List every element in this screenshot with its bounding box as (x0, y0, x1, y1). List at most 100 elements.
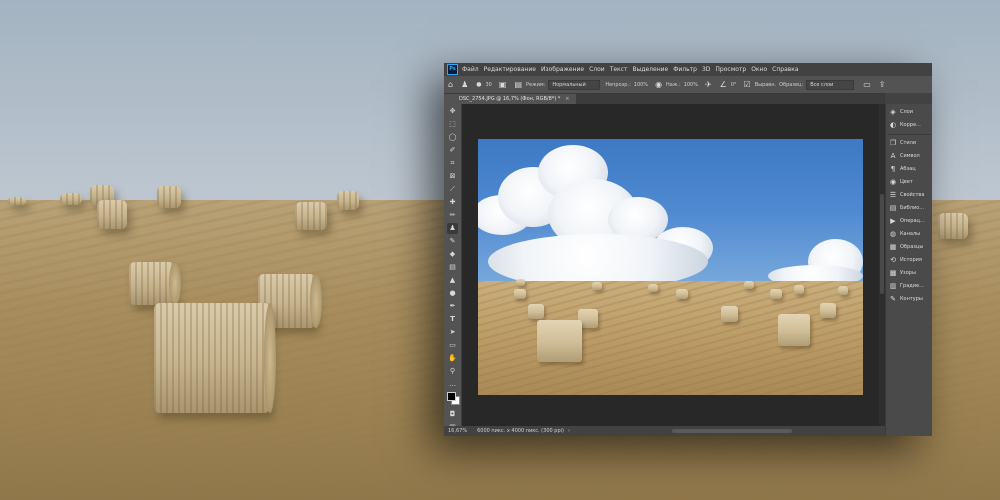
panel-character[interactable]: A Символ (888, 150, 932, 162)
opacity-value[interactable]: 100% (634, 82, 648, 88)
checkbox-icon[interactable]: ☑ (744, 80, 751, 89)
panel-swatches[interactable]: ▦ Образцы (888, 241, 932, 253)
pressure-opacity-icon[interactable]: ◉ (655, 80, 662, 89)
horizontal-scroll-thumb[interactable] (672, 429, 792, 433)
eyedropper-tool-icon[interactable]: ⟋ (447, 184, 458, 195)
panel-styles[interactable]: ❐ Стили (888, 137, 932, 149)
share-icon[interactable]: ⇪ (879, 80, 886, 89)
quick-mask-icon[interactable]: ◘ (447, 409, 458, 420)
hand-tool-icon[interactable]: ✋ (447, 353, 458, 364)
tools-panel: ✥ ⬚ ◯ ✐ ⌗ ⊠ ⟋ ✚ ✏ ♟ ✎ ◆ ▤ ▲ ● ✒ T ➤ ▭ ✋ … (444, 104, 462, 436)
status-menu-chevron-icon[interactable]: › (568, 428, 570, 434)
document-image[interactable] (478, 139, 863, 395)
image-hay-bale (778, 314, 810, 346)
panel-adjustments[interactable]: ◐ Корре... (888, 119, 932, 131)
menu-3d[interactable]: 3D (702, 66, 710, 73)
hay-bale (295, 202, 327, 230)
panel-paths[interactable]: ✎ Контуры (888, 293, 932, 305)
mode-select[interactable]: Нормальный (548, 79, 601, 90)
zoom-level[interactable]: 16,67% (448, 428, 467, 434)
airbrush-icon[interactable]: ✈ (705, 80, 712, 89)
workspace-icon[interactable]: ▭ (863, 80, 871, 89)
marquee-tool-icon[interactable]: ⬚ (447, 119, 458, 130)
panel-color[interactable]: ◉ Цвет (888, 176, 932, 188)
panel-properties[interactable]: ☰ Свойства (888, 189, 932, 201)
options-bar: ⌂ ♟ ● 30 ▣ ▤ Режим: Нормальный Непрозр.:… (444, 76, 932, 94)
lasso-tool-icon[interactable]: ◯ (447, 132, 458, 143)
clone-stamp-tool-icon[interactable]: ♟ (447, 223, 458, 234)
aligned-label: Выравн. (754, 81, 777, 88)
menu-select[interactable]: Выделение (632, 66, 668, 73)
vertical-scroll-thumb[interactable] (880, 194, 884, 294)
foreground-color-swatch[interactable] (447, 392, 456, 401)
actions-icon: ▶ (890, 217, 896, 225)
menu-type[interactable]: Текст (610, 66, 628, 73)
blur-tool-icon[interactable]: ▲ (447, 275, 458, 286)
angle-icon: ∠ (719, 80, 727, 89)
hay-bale (97, 200, 127, 229)
toggle-clone-source-icon[interactable]: ▤ (514, 80, 522, 89)
toggle-brush-panel-icon[interactable]: ▣ (499, 80, 507, 89)
menu-file[interactable]: Файл (462, 66, 479, 73)
frame-tool-icon[interactable]: ⊠ (447, 171, 458, 182)
eraser-tool-icon[interactable]: ◆ (447, 249, 458, 260)
dodge-tool-icon[interactable]: ● (447, 288, 458, 299)
panel-label: Абзац (900, 166, 916, 172)
image-hay-bale (744, 281, 754, 289)
close-icon[interactable]: × (565, 96, 569, 102)
zoom-tool-icon[interactable]: ⚲ (447, 366, 458, 377)
more-tools-icon[interactable]: … (447, 379, 458, 390)
menu-filter[interactable]: Фильтр (673, 66, 697, 73)
hay-bale (157, 186, 181, 208)
flow-value[interactable]: 100% (684, 82, 698, 88)
panel-gradients[interactable]: ▥ Градие... (888, 280, 932, 292)
menu-edit[interactable]: Редактирование (484, 66, 536, 73)
angle-value[interactable]: 0° (731, 82, 737, 88)
sample-select[interactable]: Все слои (806, 79, 855, 90)
menu-view[interactable]: Просмотр (715, 66, 746, 73)
panel-patterns[interactable]: ▩ Узоры (888, 267, 932, 279)
panel-label: Каналы (900, 231, 921, 237)
panel-actions[interactable]: ▶ Операц... (888, 215, 932, 227)
hay-bale (938, 213, 968, 239)
pen-tool-icon[interactable]: ✒ (447, 301, 458, 312)
crop-tool-icon[interactable]: ⌗ (447, 158, 458, 169)
brush-tool-icon[interactable]: ✏ (447, 210, 458, 221)
patterns-icon: ▩ (889, 269, 897, 277)
image-hay-bale (838, 286, 848, 295)
gradient-tool-icon[interactable]: ▤ (447, 262, 458, 273)
menu-image[interactable]: Изображение (541, 66, 584, 73)
menu-bar: Ps Файл Редактирование Изображение Слои … (444, 63, 932, 76)
brush-preset-icon[interactable]: ● (476, 81, 481, 88)
panel-libraries[interactable]: ▤ Библио... (888, 202, 932, 214)
panel-channels[interactable]: ◍ Каналы (888, 228, 932, 240)
panel-layers[interactable]: ◈ Слои (888, 106, 932, 118)
menu-layers[interactable]: Слои (589, 66, 605, 73)
photoshop-window: Ps Файл Редактирование Изображение Слои … (444, 63, 932, 436)
panel-history[interactable]: ⟲ История (888, 254, 932, 266)
panel-label: История (900, 257, 922, 263)
document-tab[interactable]: DSC_2754.JPG @ 16,7% (Фон, RGB/8*) * × (453, 94, 576, 104)
image-hay-bale (514, 289, 526, 299)
rectangle-tool-icon[interactable]: ▭ (447, 340, 458, 351)
panels-header (885, 93, 932, 104)
panel-label: Образцы (900, 244, 924, 250)
type-tool-icon[interactable]: T (447, 314, 458, 325)
panel-label: Свойства (900, 192, 925, 198)
home-icon[interactable]: ⌂ (448, 80, 453, 89)
menu-help[interactable]: Справка (772, 66, 798, 73)
image-hay-bale (648, 284, 658, 292)
menu-window[interactable]: Окно (751, 66, 767, 73)
move-tool-icon[interactable]: ✥ (447, 106, 458, 117)
clone-stamp-icon[interactable]: ♟ (461, 80, 468, 89)
path-selection-tool-icon[interactable]: ➤ (447, 327, 458, 338)
panel-divider (888, 134, 931, 135)
history-brush-tool-icon[interactable]: ✎ (447, 236, 458, 247)
panel-label: Символ (900, 153, 920, 159)
healing-brush-tool-icon[interactable]: ✚ (447, 197, 458, 208)
character-icon: A (890, 152, 896, 160)
panel-label: Градие... (900, 283, 924, 289)
quick-selection-tool-icon[interactable]: ✐ (447, 145, 458, 156)
history-icon: ⟲ (890, 256, 896, 264)
panel-paragraph[interactable]: ¶ Абзац (888, 163, 932, 175)
